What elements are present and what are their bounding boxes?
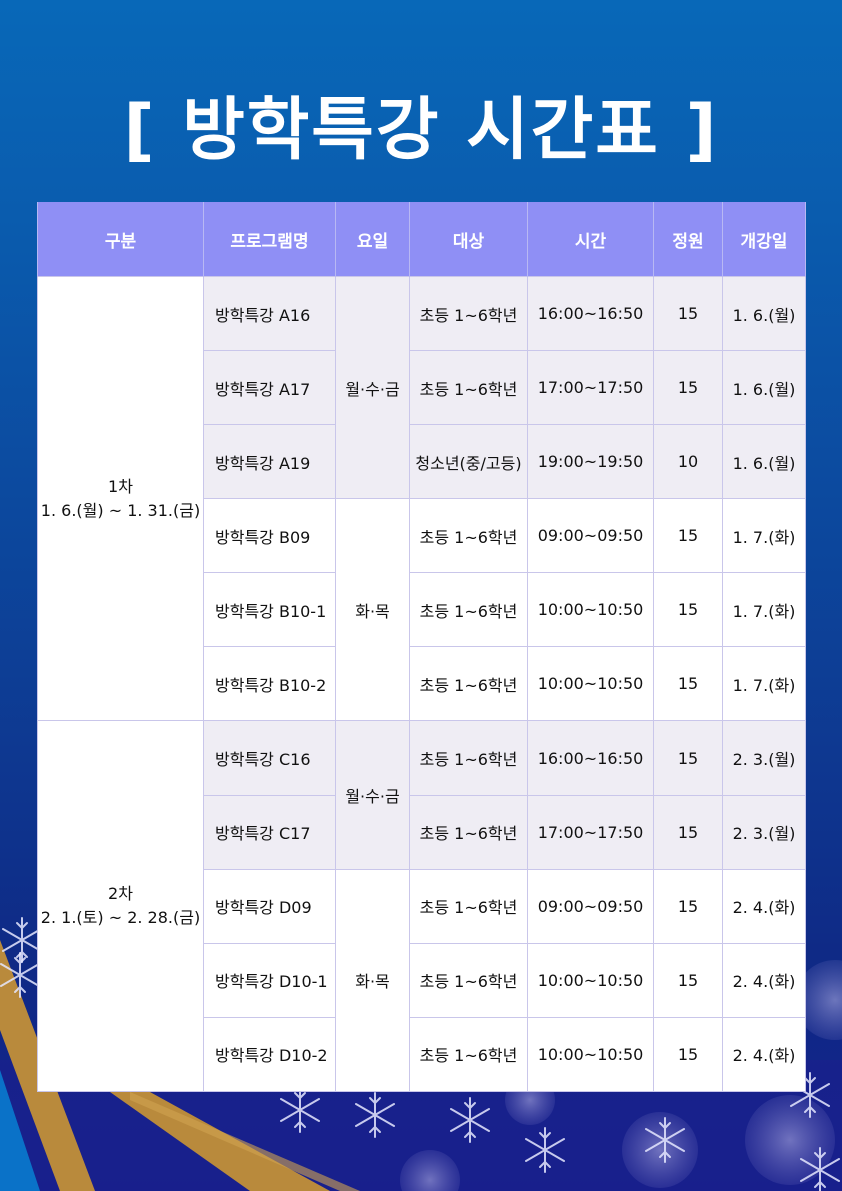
header-category: 구분 xyxy=(37,202,204,277)
days-cell: 월·수·금 xyxy=(335,720,410,870)
start-date-cell: 1. 6.(월) xyxy=(722,275,806,352)
capacity-cell: 15 xyxy=(653,1016,723,1093)
header-days: 요일 xyxy=(335,202,410,277)
header-start-date: 개강일 xyxy=(722,202,806,277)
table-row: 2차 2. 1.(토) ~ 2. 28.(금) 방학특강 C16 월·수·금 초… xyxy=(37,720,806,1092)
header-capacity: 정원 xyxy=(653,202,723,277)
term-name: 2차 xyxy=(108,884,133,904)
time-cell: 17:00~17:50 xyxy=(527,350,654,426)
program-name: 방학특강 A17 xyxy=(203,350,336,426)
term-cell: 2차 2. 1.(토) ~ 2. 28.(금) xyxy=(37,720,204,1092)
time-cell: 10:00~10:50 xyxy=(527,942,654,1018)
header-target: 대상 xyxy=(409,202,528,277)
program-name: 방학특강 B09 xyxy=(203,498,336,574)
capacity-cell: 15 xyxy=(653,275,723,352)
capacity-cell: 15 xyxy=(653,498,723,574)
capacity-cell: 15 xyxy=(653,794,723,870)
time-cell: 16:00~16:50 xyxy=(527,275,654,352)
start-date-cell: 1. 6.(월) xyxy=(722,424,806,500)
start-date-cell: 1. 7.(화) xyxy=(722,572,806,648)
program-name: 방학특강 C16 xyxy=(203,720,336,796)
target-cell: 초등 1~6학년 xyxy=(409,1016,528,1093)
program-name: 방학특강 D10-2 xyxy=(203,1016,336,1093)
start-date-cell: 1. 7.(화) xyxy=(722,646,806,722)
start-date-cell: 2. 4.(화) xyxy=(722,868,806,944)
schedule-table: 구분 프로그램명 요일 대상 시간 정원 개강일 1차 1. 6.(월) ~ 1… xyxy=(37,202,806,1093)
program-name: 방학특강 D10-1 xyxy=(203,942,336,1018)
time-cell: 10:00~10:50 xyxy=(527,1016,654,1093)
program-name: 방학특강 D09 xyxy=(203,868,336,944)
time-cell: 09:00~09:50 xyxy=(527,868,654,944)
target-cell: 초등 1~6학년 xyxy=(409,572,528,648)
target-cell: 청소년(중/고등) xyxy=(409,424,528,500)
target-cell: 초등 1~6학년 xyxy=(409,794,528,870)
start-date-cell: 2. 4.(화) xyxy=(722,942,806,1018)
term-name: 1차 xyxy=(108,476,133,496)
time-cell: 17:00~17:50 xyxy=(527,794,654,870)
target-cell: 초등 1~6학년 xyxy=(409,868,528,944)
target-cell: 초등 1~6학년 xyxy=(409,275,528,352)
target-cell: 초등 1~6학년 xyxy=(409,350,528,426)
program-name: 방학특강 C17 xyxy=(203,794,336,870)
capacity-cell: 15 xyxy=(653,572,723,648)
time-cell: 10:00~10:50 xyxy=(527,646,654,722)
table-row: 1차 1. 6.(월) ~ 1. 31.(금) 방학특강 A16 월·수·금 초… xyxy=(37,275,806,722)
term-cell: 1차 1. 6.(월) ~ 1. 31.(금) xyxy=(37,275,204,722)
capacity-cell: 15 xyxy=(653,350,723,426)
header-time: 시간 xyxy=(527,202,654,277)
days-cell: 화·목 xyxy=(335,498,410,722)
time-cell: 19:00~19:50 xyxy=(527,424,654,500)
start-date-cell: 2. 4.(화) xyxy=(722,1016,806,1093)
start-date-cell: 2. 3.(월) xyxy=(722,794,806,870)
target-cell: 초등 1~6학년 xyxy=(409,942,528,1018)
term-period: 1. 6.(월) ~ 1. 31.(금) xyxy=(40,500,201,520)
target-cell: 초등 1~6학년 xyxy=(409,646,528,722)
capacity-cell: 15 xyxy=(653,942,723,1018)
start-date-cell: 1. 7.(화) xyxy=(722,498,806,574)
capacity-cell: 15 xyxy=(653,868,723,944)
days-cell: 월·수·금 xyxy=(335,275,410,500)
program-name: 방학특강 B10-1 xyxy=(203,572,336,648)
time-cell: 16:00~16:50 xyxy=(527,720,654,796)
program-name: 방학특강 B10-2 xyxy=(203,646,336,722)
target-cell: 초등 1~6학년 xyxy=(409,498,528,574)
table-header-row: 구분 프로그램명 요일 대상 시간 정원 개강일 xyxy=(37,202,806,277)
capacity-cell: 15 xyxy=(653,720,723,796)
target-cell: 초등 1~6학년 xyxy=(409,720,528,796)
start-date-cell: 1. 6.(월) xyxy=(722,350,806,426)
page-title: [ 방학특강 시간표 ] xyxy=(123,91,719,170)
header-program: 프로그램명 xyxy=(203,202,336,277)
capacity-cell: 15 xyxy=(653,646,723,722)
program-name: 방학특강 A16 xyxy=(203,275,336,352)
program-name: 방학특강 A19 xyxy=(203,424,336,500)
time-cell: 09:00~09:50 xyxy=(527,498,654,574)
term-period: 2. 1.(토) ~ 2. 28.(금) xyxy=(40,908,201,928)
capacity-cell: 10 xyxy=(653,424,723,500)
start-date-cell: 2. 3.(월) xyxy=(722,720,806,796)
days-cell: 화·목 xyxy=(335,868,410,1093)
time-cell: 10:00~10:50 xyxy=(527,572,654,648)
